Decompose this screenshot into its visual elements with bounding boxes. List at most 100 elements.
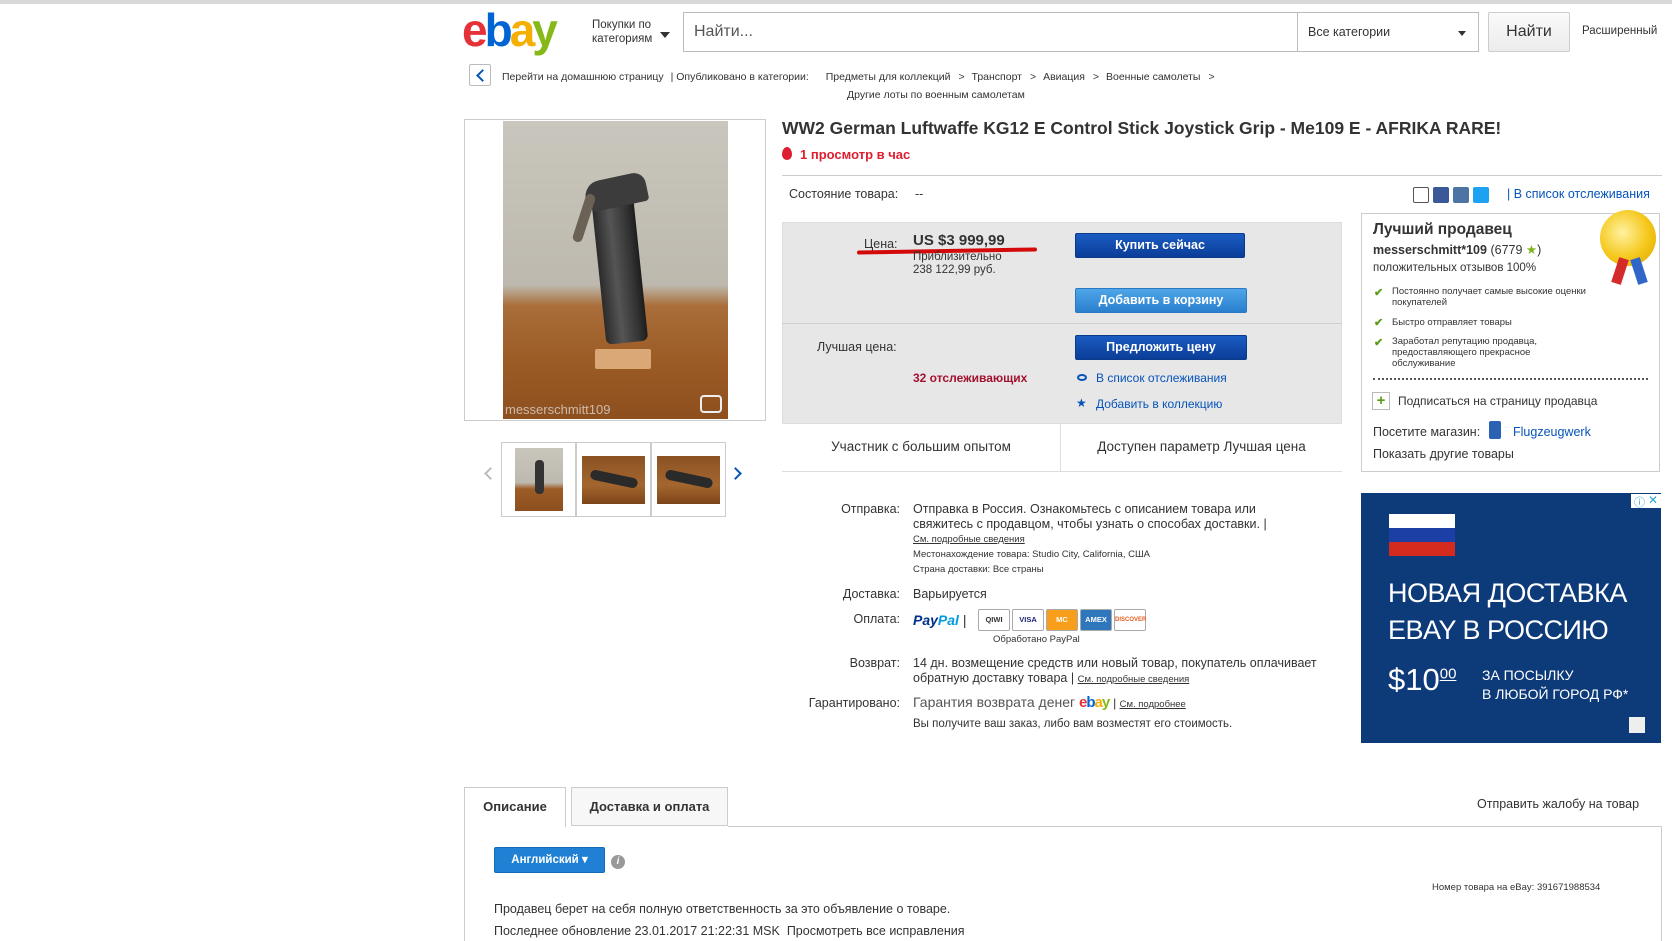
- ebay-mini-logo: ebay: [1079, 694, 1110, 711]
- search-input[interactable]: [683, 12, 1297, 52]
- shop-by-category-button[interactable]: Покупки по категориям: [592, 18, 674, 46]
- guarantee-text: Гарантия возврата денег: [913, 694, 1076, 710]
- info-icon[interactable]: i: [611, 855, 625, 869]
- seller-feedback-close: ): [1537, 243, 1542, 257]
- seller-username-link[interactable]: messerschmitt*109: [1373, 243, 1487, 257]
- breadcrumb-item-transport[interactable]: Транспорт: [972, 71, 1023, 83]
- breadcrumb-published-label: | Опубликовано в категории:: [670, 71, 809, 83]
- svg-text:ebay: ebay: [462, 6, 558, 56]
- item-price: US $3 999,99: [913, 232, 1005, 249]
- divider: [782, 323, 1342, 324]
- follow-seller-link[interactable]: Подписаться на страницу продавца: [1398, 394, 1597, 408]
- email-share-icon[interactable]: [1413, 187, 1429, 203]
- ad-headline-line-2: EBAY В РОССИЮ: [1388, 615, 1609, 645]
- store-link[interactable]: Flugzeugwerk: [1513, 425, 1591, 439]
- guarantee-note: Вы получите ваш заказ, либо вам возместя…: [913, 718, 1233, 730]
- shipping-text-line-2: свяжитесь с продавцом, чтобы узнать о сп…: [913, 517, 1267, 531]
- positive-feedback: положительных отзывов 100%: [1373, 262, 1537, 274]
- plus-icon[interactable]: +: [1372, 392, 1390, 410]
- breadcrumb-item-military-planes[interactable]: Военные самолеты: [1106, 71, 1200, 83]
- returns-text-line-2-text: обратную доставку товара |: [913, 671, 1075, 685]
- eye-icon: [1077, 374, 1087, 381]
- advanced-search-link[interactable]: Расширенный: [1582, 25, 1657, 37]
- vk-share-icon[interactable]: [1453, 187, 1469, 203]
- ad-subtext: ЗА ПОСЫЛКУ В ЛЮБОЙ ГОРОД РФ*: [1482, 666, 1628, 704]
- other-items-link[interactable]: Показать другие товары: [1373, 447, 1514, 461]
- seller-name: messerschmitt*109 (6779 ★): [1373, 242, 1541, 257]
- buy-now-button[interactable]: Купить сейчас: [1075, 233, 1245, 258]
- breadcrumb-item-aviation[interactable]: Авиация: [1043, 71, 1085, 83]
- view-revisions-link[interactable]: Просмотреть все исправления: [787, 924, 965, 938]
- facebook-share-icon[interactable]: [1433, 187, 1449, 203]
- make-offer-button[interactable]: Предложить цену: [1075, 335, 1247, 360]
- seller-feedback-count[interactable]: (6779: [1490, 243, 1522, 257]
- tab-shipping-payment[interactable]: Доставка и оплата: [571, 787, 728, 826]
- ship-to-countries: Страна доставки: Все страны: [913, 564, 1044, 575]
- ad-price-value: $10: [1388, 662, 1440, 697]
- shop-by-category-label: Покупки по категориям: [592, 19, 653, 45]
- qiwi-icon: QIWI: [978, 609, 1010, 631]
- paypal-processed: Обработано PayPal: [993, 634, 1080, 645]
- add-to-cart-button[interactable]: Добавить в корзину: [1075, 288, 1247, 313]
- star-icon: ★: [1076, 396, 1087, 410]
- checkmark-icon: ✔: [1374, 337, 1384, 349]
- breadcrumb-item-collectibles[interactable]: Предметы для коллекций: [826, 71, 951, 83]
- russian-flag-icon: [1389, 514, 1455, 556]
- item-location: Местонахождение товара: Studio City, Cal…: [913, 549, 1151, 560]
- shipping-details-link[interactable]: См. подробные сведения: [913, 534, 1025, 545]
- breadcrumb-home-link[interactable]: Перейти на домашнюю страницу: [502, 71, 664, 83]
- price-label: Цена:: [864, 237, 898, 251]
- thumbnail-2[interactable]: [576, 442, 651, 517]
- thumbnail-1[interactable]: [501, 442, 576, 517]
- thumbnail-next-icon[interactable]: [731, 467, 741, 481]
- main-image-frame[interactable]: messerschmitt109: [464, 119, 766, 421]
- top-seller-medal-icon: [1600, 210, 1656, 266]
- ebay-logo[interactable]: ebay: [462, 6, 582, 58]
- report-item-link[interactable]: Отправить жалобу на товар: [1477, 797, 1639, 811]
- top-seller-title: Лучший продавец: [1373, 221, 1512, 238]
- ad-close-icon[interactable]: ⓘ ✕: [1631, 493, 1661, 509]
- last-update: Последнее обновление 23.01.2017 21:22:31…: [494, 924, 964, 938]
- best-offer-available-badge: Доступен параметр Лучшая цена: [1097, 439, 1306, 454]
- breadcrumb-other-lots-link[interactable]: Другие лоты по военным самолетам: [847, 89, 1025, 101]
- add-to-watchlist-link[interactable]: | В список отслеживания: [1507, 187, 1650, 201]
- shipping-text: Отправка в Россия. Ознакомьтесь с описан…: [913, 502, 1267, 532]
- returns-details-link[interactable]: См. подробные сведения: [1078, 674, 1190, 685]
- add-to-watchlist-link[interactable]: В список отслеживания: [1096, 371, 1227, 385]
- language-dropdown-value: Английский: [511, 854, 579, 866]
- share-icons: [1413, 187, 1493, 203]
- seller-feature-2: Быстро отправляет товары: [1392, 317, 1512, 328]
- thumbnail-prev-icon[interactable]: [484, 467, 494, 481]
- condition-label: Состояние товара:: [789, 187, 899, 201]
- flame-icon: [782, 147, 792, 160]
- guarantee-details-link[interactable]: См. подробнее: [1120, 699, 1186, 710]
- camera-watermark-icon: [700, 395, 722, 413]
- tab-description[interactable]: Описание: [464, 787, 566, 827]
- money-back-guarantee: Гарантия возврата денег ebay | См. подро…: [913, 694, 1186, 711]
- category-select[interactable]: Все категории: [1297, 12, 1479, 52]
- ad-subtext-line-2: В ЛЮБОЙ ГОРОД РФ*: [1482, 686, 1629, 702]
- delivery-label: Доставка:: [842, 587, 900, 601]
- paypal-logo-pal: Pal: [937, 612, 959, 628]
- twitter-share-icon[interactable]: [1473, 187, 1489, 203]
- mastercard-icon: MC: [1046, 609, 1078, 631]
- condition-value: --: [915, 187, 924, 201]
- payment-label: Оплата:: [853, 612, 900, 626]
- returns-label: Возврат:: [849, 656, 900, 670]
- delivery-value: Варьируется: [913, 587, 987, 601]
- item-title: WW2 German Luftwaffe KG12 E Control Stic…: [782, 118, 1502, 138]
- search-button[interactable]: Найти: [1488, 12, 1570, 52]
- add-to-collection-link[interactable]: Добавить в коллекцию: [1096, 397, 1222, 411]
- returns-text: 14 дн. возмещение средств или новый това…: [913, 656, 1317, 687]
- seller-feature-1: Постоянно получает самые высокие оценки …: [1392, 286, 1586, 308]
- paypal-logo: PayPal |: [913, 612, 967, 628]
- last-update-text: Последнее обновление 23.01.2017 21:22:31…: [494, 924, 780, 938]
- shipping-text-line-1: Отправка в Россия. Ознакомьтесь с описан…: [913, 502, 1256, 516]
- main-item-photo[interactable]: messerschmitt109: [503, 121, 728, 419]
- amex-icon: AMEX: [1080, 609, 1112, 631]
- thumbnail-3[interactable]: [651, 442, 726, 517]
- language-dropdown[interactable]: Английский ▾: [494, 847, 605, 873]
- back-arrow-icon[interactable]: [469, 64, 491, 86]
- seller-responsibility: Продавец берет на себя полную ответствен…: [494, 902, 951, 916]
- photo-watermark: messerschmitt109: [505, 402, 611, 417]
